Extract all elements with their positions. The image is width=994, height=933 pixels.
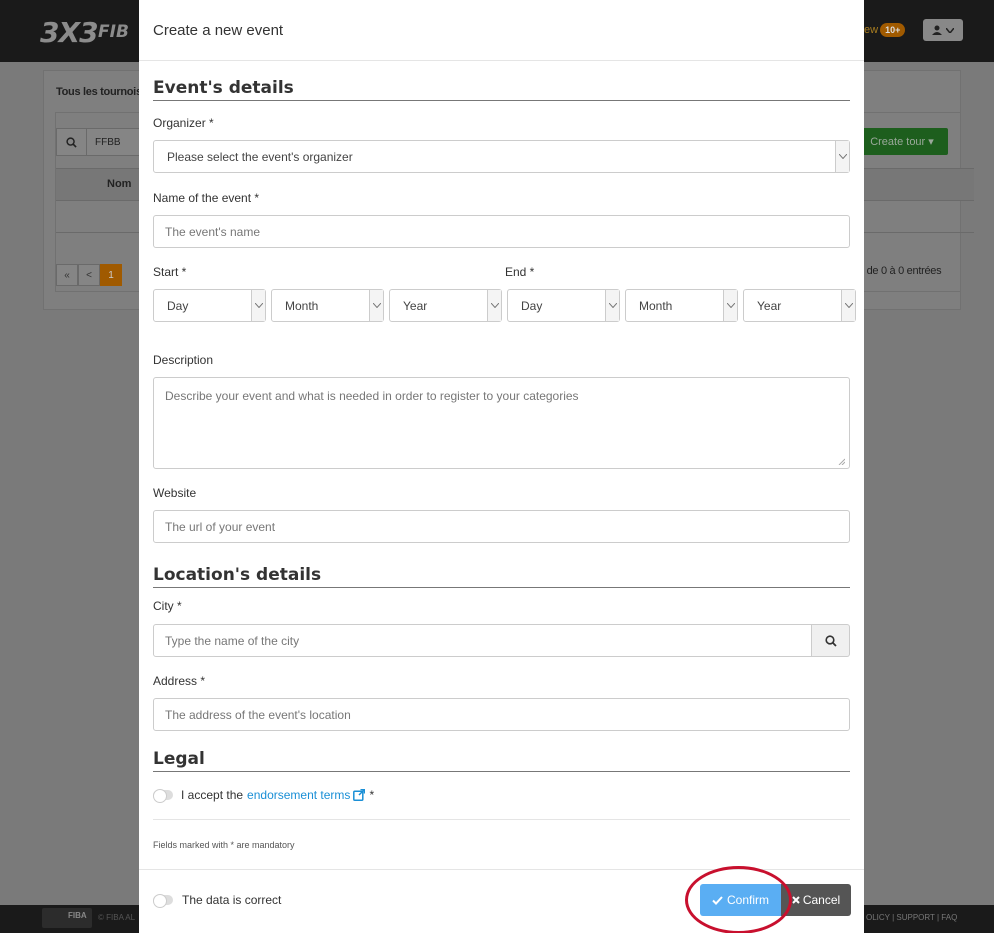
end-day-select[interactable]: Day bbox=[507, 289, 620, 322]
mandatory-note: Fields marked with * are mandatory bbox=[153, 840, 295, 850]
search-value: FFBB bbox=[95, 136, 121, 148]
check-icon bbox=[712, 895, 723, 905]
endorsement-toggle[interactable] bbox=[153, 789, 173, 803]
create-tour-button[interactable]: Create tour ▾ bbox=[856, 128, 948, 155]
pager-page-1[interactable]: 1 bbox=[100, 264, 122, 286]
modal-title: Create a new event bbox=[153, 21, 284, 39]
section-event-details: Event's details bbox=[153, 78, 850, 101]
chevron-down-icon bbox=[723, 290, 737, 321]
entries-count: 0 de 0 à 0 entrées bbox=[858, 265, 942, 277]
fiba-footer-text: FIBA bbox=[68, 911, 87, 920]
cancel-label: Cancel bbox=[802, 893, 841, 907]
organizer-select[interactable]: Please select the event's organizer bbox=[153, 140, 850, 173]
create-event-modal: Create a new event Event's details Organ… bbox=[139, 0, 864, 933]
date-selects: Day Month Year Day Month Year bbox=[153, 289, 856, 322]
modal-header: Create a new event bbox=[139, 0, 864, 61]
start-day-value: Day bbox=[167, 298, 189, 313]
website-input[interactable] bbox=[153, 510, 850, 543]
start-year-select[interactable]: Year bbox=[389, 289, 502, 322]
pager-prev[interactable]: < bbox=[78, 264, 100, 286]
start-year-value: Year bbox=[403, 298, 428, 313]
address-input[interactable] bbox=[153, 698, 850, 731]
chevron-down-icon bbox=[605, 290, 619, 321]
table-header-name: Nom bbox=[107, 178, 132, 190]
accept-asterisk: * bbox=[369, 788, 375, 802]
chevron-down-icon bbox=[946, 27, 955, 33]
description-wrapper bbox=[153, 377, 850, 469]
end-date-label: End * bbox=[505, 265, 535, 279]
logo-3x3: 3X3 bbox=[40, 16, 99, 49]
panel-title: Tous les tournois bbox=[56, 86, 142, 98]
cancel-button[interactable]: Cancel bbox=[781, 884, 851, 916]
confirm-button[interactable]: Confirm bbox=[700, 884, 781, 916]
start-month-select[interactable]: Month bbox=[271, 289, 384, 322]
user-icon bbox=[932, 25, 943, 35]
end-year-value: Year bbox=[757, 298, 782, 313]
confirm-label: Confirm bbox=[726, 893, 769, 907]
resize-grip-icon[interactable] bbox=[838, 458, 845, 465]
close-icon bbox=[792, 896, 800, 904]
search-icon bbox=[57, 129, 87, 155]
accept-prefix: I accept the bbox=[181, 788, 244, 802]
chevron-down-icon bbox=[251, 290, 265, 321]
chevron-down-icon bbox=[835, 141, 849, 172]
organizer-select-value: Please select the event's organizer bbox=[167, 149, 353, 164]
data-correct-toggle[interactable] bbox=[153, 894, 173, 908]
navbar-right: ew 10+ bbox=[864, 19, 964, 41]
event-name-input[interactable] bbox=[153, 215, 850, 248]
footer-links[interactable]: OLICY | SUPPORT | FAQ bbox=[866, 913, 957, 922]
new-label[interactable]: ew bbox=[864, 24, 878, 36]
endorsement-row: I accept the endorsement terms * bbox=[153, 788, 375, 803]
city-input-group bbox=[153, 624, 850, 657]
city-label: City * bbox=[153, 599, 182, 613]
city-input[interactable] bbox=[153, 624, 812, 657]
chevron-down-icon bbox=[841, 290, 855, 321]
search-icon bbox=[824, 634, 837, 647]
section-legal: Legal bbox=[153, 749, 850, 772]
data-correct-label: The data is correct bbox=[182, 893, 282, 907]
pager-first[interactable]: « bbox=[56, 264, 78, 286]
section-location-details: Location's details bbox=[153, 565, 850, 588]
create-tour-label: Create tour bbox=[870, 135, 926, 148]
external-link-icon[interactable] bbox=[353, 789, 366, 801]
event-name-label: Name of the event * bbox=[153, 191, 260, 205]
pager: « < 1 bbox=[56, 264, 122, 286]
website-label: Website bbox=[153, 486, 197, 500]
new-badge: 10+ bbox=[880, 23, 906, 37]
chevron-down-icon bbox=[369, 290, 383, 321]
logo-fiba-text: FIB bbox=[98, 22, 129, 42]
background-search[interactable]: FFBB bbox=[56, 128, 146, 156]
end-month-value: Month bbox=[639, 298, 673, 313]
description-label: Description bbox=[153, 353, 214, 367]
footer-copyright: © FIBA AL bbox=[98, 913, 136, 922]
city-search-button[interactable] bbox=[812, 624, 850, 657]
endorsement-terms-link[interactable]: endorsement terms bbox=[247, 788, 350, 802]
organizer-label: Organizer * bbox=[153, 116, 214, 130]
start-month-value: Month bbox=[285, 298, 319, 313]
address-label: Address * bbox=[153, 674, 206, 688]
data-correct-row: The data is correct bbox=[153, 893, 282, 908]
chevron-down-icon bbox=[487, 290, 501, 321]
end-day-value: Day bbox=[521, 298, 543, 313]
end-month-select[interactable]: Month bbox=[625, 289, 738, 322]
start-day-select[interactable]: Day bbox=[153, 289, 266, 322]
description-textarea[interactable] bbox=[153, 377, 850, 469]
user-menu-button[interactable] bbox=[923, 19, 964, 41]
end-year-select[interactable]: Year bbox=[743, 289, 856, 322]
legal-divider bbox=[153, 819, 850, 820]
start-date-label: Start * bbox=[153, 265, 187, 279]
